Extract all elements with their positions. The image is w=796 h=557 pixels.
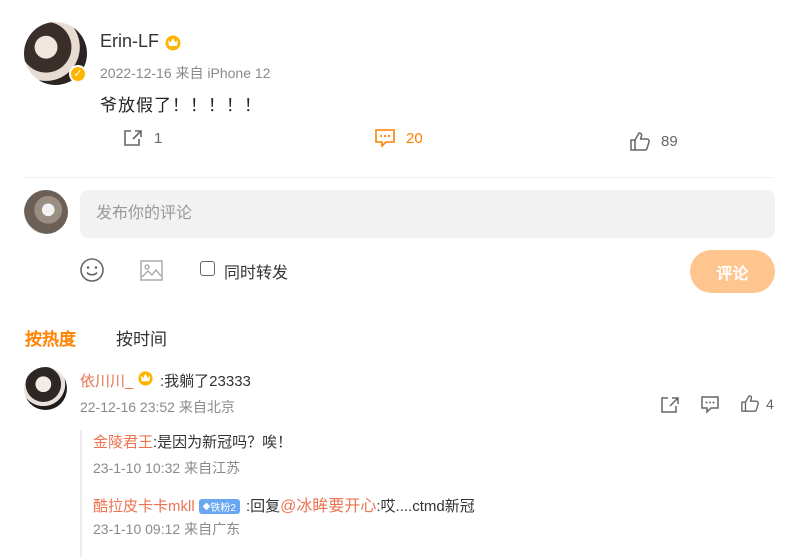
reply-text-suffix: :哎....ctmd新冠 [376, 498, 475, 515]
comment-like-button[interactable]: 4 [740, 394, 774, 413]
post-author-name[interactable]: Erin-LF [100, 31, 159, 52]
reply-text-prefix: :回复 [245, 498, 281, 515]
reply-text: :是因为新冠吗？唉！ [153, 434, 293, 451]
share-icon [124, 130, 142, 146]
comment-button[interactable]: 20 [374, 128, 423, 148]
image-icon[interactable] [139, 258, 164, 283]
reply-icon[interactable] [700, 395, 720, 414]
crown-icon [165, 35, 181, 51]
comment-icon [375, 129, 395, 148]
share-button[interactable]: 1 [122, 128, 162, 148]
repost-checkbox[interactable] [200, 261, 215, 276]
share-count: 1 [154, 129, 163, 147]
like-button[interactable]: 89 [629, 131, 678, 152]
comment-like-count: 4 [766, 395, 774, 412]
reply-meta: 23-1-10 09:12 来自广东 [93, 521, 241, 537]
like-count: 89 [661, 133, 678, 150]
fan-badge: ◆ 铁粉2 [198, 499, 240, 514]
comment-author-avatar[interactable] [24, 367, 67, 410]
reply-meta: 23-1-10 10:32 来自江苏 [93, 460, 241, 476]
comment-author-name[interactable]: 依川川_ [80, 370, 133, 391]
comment-input[interactable] [80, 190, 775, 238]
post-source: 来自 iPhone 12 [175, 65, 271, 81]
emoji-icon[interactable] [79, 257, 105, 283]
tab-by-popularity[interactable]: 按热度 [25, 325, 76, 350]
mention-link[interactable]: @冰眸要开心 [280, 498, 376, 515]
post-text: 爷放假了！！！！！ [100, 96, 262, 115]
fan-badge-label: 铁粉2 [210, 503, 236, 514]
crown-icon [138, 371, 153, 386]
reply-thread-line [80, 430, 82, 557]
submit-comment-button[interactable]: 评论 [690, 250, 775, 293]
comment-count: 20 [406, 129, 423, 147]
comment-meta: 22-12-16 23:52 来自北京 [80, 399, 235, 415]
current-user-avatar [24, 190, 68, 234]
verified-badge-icon: ✓ [69, 65, 87, 83]
repost-label[interactable]: 同时转发 [224, 259, 288, 283]
thumbs-up-icon [630, 132, 650, 151]
share-icon[interactable] [660, 396, 680, 414]
thumbs-up-icon [741, 395, 759, 412]
reply-author-name[interactable]: 酷拉皮卡卡mkll [93, 498, 195, 515]
post-meta: 2022-12-16 来自 iPhone 12 [100, 63, 270, 83]
reply-item: 酷拉皮卡卡mkll ◆ 铁粉2 :回复@冰眸要开心:哎....ctmd新冠 [93, 492, 475, 516]
post-date: 2022-12-16 [100, 65, 172, 81]
reply-item: 金陵君王:是因为新冠吗？唉！ [93, 431, 292, 452]
tab-by-time[interactable]: 按时间 [116, 325, 167, 350]
reply-author-name[interactable]: 金陵君王 [93, 434, 153, 451]
divider [24, 177, 774, 178]
comment-text: :我躺了23333 [160, 373, 251, 390]
